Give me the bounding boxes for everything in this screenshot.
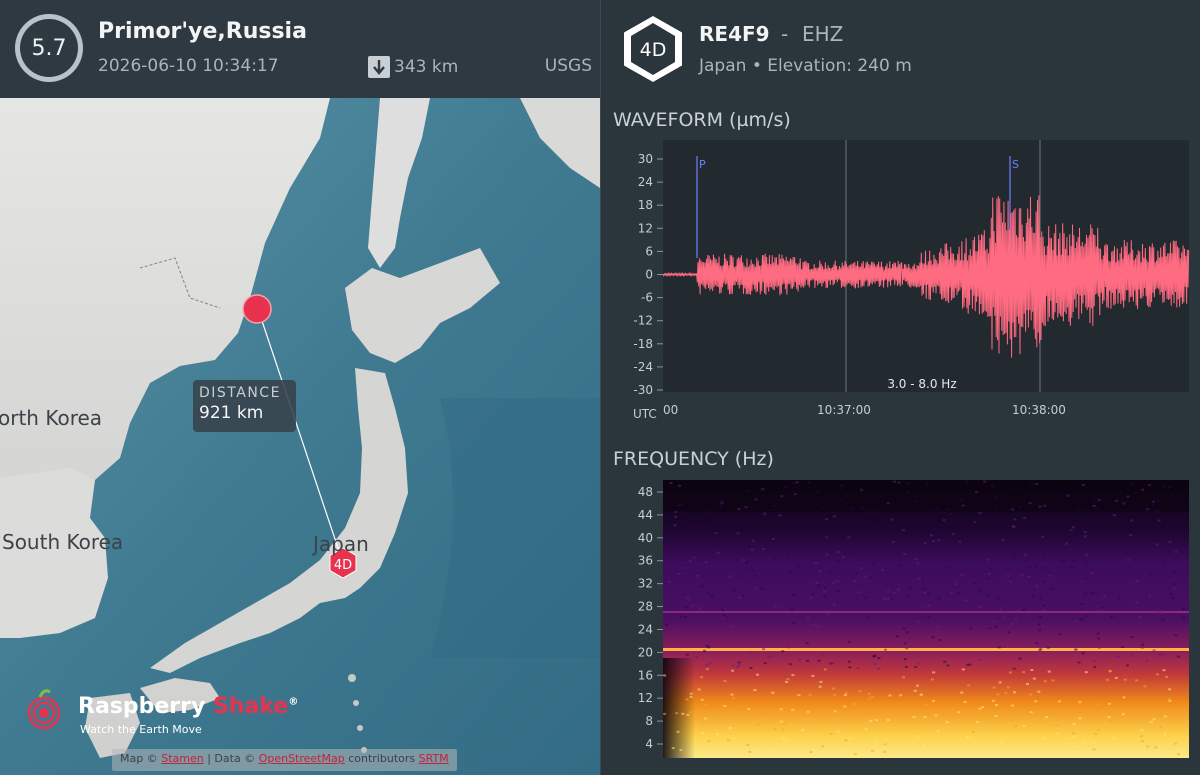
station-panel: 4D RE4F9 - EHZ Japan • Elevation: 240 m …: [600, 0, 1200, 775]
earthquake-header: 5.7 Primor'ye,Russia 2026-06-10 10:34:17…: [0, 0, 600, 98]
filter-label: 3.0 - 8.0 Hz: [887, 377, 956, 391]
station-name: RE4F9: [699, 22, 770, 46]
map-label-japan: Japan: [313, 532, 369, 556]
brand-tagline: Watch the Earth Move: [80, 723, 202, 736]
utc-label: UTC: [633, 407, 657, 421]
s-wave-label: S: [1012, 158, 1019, 171]
waveform-y-tick: 0: [645, 268, 653, 282]
x-tick-00: 00: [663, 403, 678, 417]
station-channel: EHZ: [802, 22, 844, 46]
frequency-title: FREQUENCY (Hz): [613, 448, 774, 470]
p-wave-label: P: [699, 158, 706, 171]
map-attribution: Map © Stamen | Data © OpenStreetMap cont…: [112, 749, 457, 771]
map-label-south-korea: South Korea: [2, 530, 124, 554]
frequency-y-tick: 44: [638, 508, 653, 522]
svg-text:4D: 4D: [640, 39, 667, 61]
waveform-y-tick: 12: [638, 221, 653, 235]
x-tick-1037: 10:37:00: [817, 403, 871, 417]
brand-name: Raspberry Shake®: [78, 694, 299, 719]
map-canvas[interactable]: 4D: [0, 98, 600, 775]
distance-value: 921 km: [199, 403, 264, 423]
spectrogram-chart[interactable]: 48 44 40 36 32 28 24 20 16 12 8 4: [601, 478, 1200, 775]
waveform-chart[interactable]: 30 24 18 12 6 0 -6 -12 -18 -24 -30 P S 3.0 - 8.0 H…: [601, 138, 1200, 428]
frequency-y-tick: 28: [638, 600, 653, 614]
station-badge: 4D: [624, 16, 682, 82]
frequency-y-tick: 36: [638, 554, 653, 568]
waveform-y-axis: 30 24 18 12 6 0 -6 -12 -18 -24 -30: [633, 152, 663, 397]
earthquake-depth: 343 km: [368, 56, 458, 78]
distance-label: DISTANCE: [199, 385, 281, 401]
map-label-north-korea: orth Korea: [0, 406, 103, 430]
station-header: 4D RE4F9 - EHZ Japan • Elevation: 240 m: [601, 0, 1200, 98]
frequency-y-tick: 20: [638, 645, 653, 659]
map[interactable]: 4D orth Korea South Korea Japan: [0, 98, 600, 775]
frequency-y-tick: 48: [638, 485, 653, 499]
waveform-y-tick: -12: [633, 314, 653, 328]
station-separator: -: [781, 22, 789, 46]
magnitude-value: 5.7: [20, 19, 78, 77]
depth-value: 343 km: [394, 57, 459, 77]
waveform-y-tick: -6: [641, 291, 653, 305]
frequency-y-tick: 4: [645, 737, 653, 751]
frequency-y-tick: 24: [638, 622, 653, 636]
magnitude-badge: 5.7: [15, 14, 83, 82]
earthquake-source: USGS: [544, 56, 592, 76]
spectrogram-20hz-band: [663, 648, 1189, 651]
distance-box: DISTANCE 921 km: [193, 380, 296, 432]
waveform-y-tick: -18: [633, 337, 653, 351]
frequency-y-tick: 8: [645, 714, 653, 728]
raspberry-shake-logo-icon: [27, 689, 61, 730]
arrow-down-icon: [368, 56, 390, 78]
station-location: Japan • Elevation: 240 m: [699, 56, 912, 76]
frequency-y-tick: 40: [638, 531, 653, 545]
attribution-link-stamen[interactable]: Stamen: [161, 752, 204, 765]
waveform-y-tick: 18: [638, 198, 653, 212]
epicenter-marker[interactable]: [242, 294, 272, 324]
waveform-y-tick: 6: [645, 244, 653, 258]
waveform-y-tick: -24: [633, 360, 653, 374]
frequency-y-tick: 16: [638, 668, 653, 682]
x-tick-1038: 10:38:00: [1012, 403, 1066, 417]
earthquake-datetime: 2026-06-10 10:34:17: [98, 56, 279, 76]
earthquake-title: Primor'ye,Russia: [98, 19, 307, 44]
attribution-link-osm[interactable]: OpenStreetMap: [259, 752, 345, 765]
waveform-y-tick: -30: [633, 383, 653, 397]
waveform-y-tick: 30: [638, 152, 653, 166]
frequency-y-tick: 32: [638, 577, 653, 591]
frequency-y-tick: 12: [638, 691, 653, 705]
frequency-y-axis: 48 44 40 36 32 28 24 20 16 12 8 4: [638, 485, 663, 751]
earthquake-panel: 4D orth Korea South Korea Japan 5.7 Prim…: [0, 0, 600, 775]
svg-text:4D: 4D: [334, 558, 352, 573]
attribution-link-srtm[interactable]: SRTM: [419, 752, 449, 765]
waveform-title: WAVEFORM (µm/s): [613, 109, 791, 131]
waveform-y-tick: 24: [638, 175, 653, 189]
